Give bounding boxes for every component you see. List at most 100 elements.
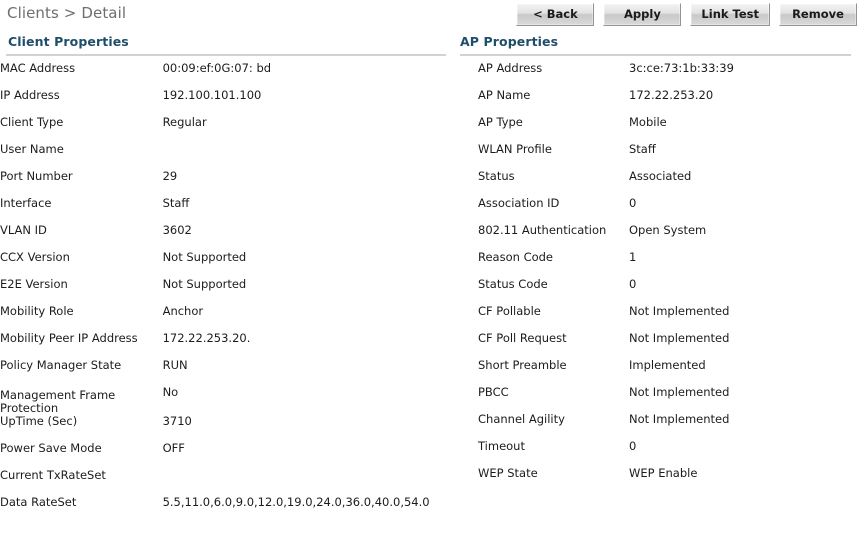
section-divider [460,54,851,56]
ap-properties-title: AP Properties [460,34,559,49]
property-row: User Name [0,143,452,170]
property-label: Mobility Peer IP Address [0,331,138,345]
property-row: Timeout 0 [452,440,859,467]
property-row: E2E Version Not Supported [0,278,452,305]
client-properties-rows: MAC Address 00:09:ef:0G:07: bd IP Address 1… [0,62,452,523]
property-row: AP Type Mobile [452,116,859,143]
property-value: WEP Enable [629,466,698,480]
property-row: Current TxRateSet [0,469,452,496]
property-label: Status Code [478,277,548,291]
property-value: Not Supported [162,250,247,264]
property-value: Open System [629,223,707,237]
property-label: Port Number [0,169,73,183]
property-label: WLAN Profile [478,142,552,156]
property-value: RUN [162,358,188,372]
property-label: Management Frame Protection [0,388,116,415]
property-value: Staff [162,196,190,210]
property-value: 0 [629,196,637,210]
back-button[interactable]: < Back [516,3,595,26]
apply-button[interactable]: Apply [603,3,682,26]
property-row: MAC Address 00:09:ef:0G:07: bd [0,62,452,89]
property-label: CF Pollable [478,304,541,318]
property-label: Power Save Mode [0,441,102,455]
property-row: Port Number 29 [0,170,452,197]
property-label: Short Preamble [478,358,567,372]
property-label: Policy Manager State [0,358,122,372]
link-test-button[interactable]: Link Test [690,3,770,26]
property-row: Data RateSet 5.5,11.0,6.0,9.0,12.0,19.0,2… [0,496,452,523]
property-row: CF Poll Request Not Implemented [452,332,859,359]
property-label: Current TxRateSet [0,468,106,482]
property-value: Not Supported [162,277,247,291]
breadcrumb: Clients > Detail [7,4,127,22]
property-value: Not Implemented [629,304,730,318]
property-row: AP Address 3c:ce:73:1b:33:39 [452,62,859,89]
property-label: AP Type [478,115,523,129]
client-properties-panel: Client Properties MAC Address 00:09:ef:0G… [0,34,452,523]
property-row: Client Type Regular [0,116,452,143]
property-value: 1 [629,250,637,264]
ap-properties-table: AP Address 3c:ce:73:1b:33:39 AP Name 172.22… [452,62,859,494]
property-row: Interface Staff [0,197,452,224]
property-value: Implemented [629,358,706,372]
property-row: UpTime (Sec) 3710 [0,415,452,442]
property-row: Reason Code 1 [452,251,859,278]
property-label: Association ID [478,196,560,210]
property-label: AP Name [478,88,531,102]
property-value: 5.5,11.0,6.0,9.0,12.0,19.0,24.0,36.0,40.… [162,495,430,509]
property-row: Channel Agility Not Implemented [452,413,859,440]
property-label: AP Address [478,61,543,75]
property-value [163,469,452,496]
property-row: CF Pollable Not Implemented [452,305,859,332]
property-row: Power Save Mode OFF [0,442,452,469]
property-value: Not Implemented [629,331,730,345]
property-row: Association ID 0 [452,197,859,224]
property-label: Status [478,169,515,183]
property-value: No [162,385,179,399]
property-label: CCX Version [0,250,70,264]
property-label: IP Address [0,88,60,102]
ap-properties-panel: AP Properties AP Address 3c:ce:73:1b:33:3… [452,34,859,494]
property-value: 29 [162,169,178,183]
property-label: CF Poll Request [478,331,567,345]
client-properties-table: MAC Address 00:09:ef:0G:07: bd IP Address 1… [0,62,452,523]
property-value: Not Implemented [629,385,730,399]
property-row: IP Address 192.100.101.100 [0,89,452,116]
property-label: Mobility Role [0,304,74,318]
property-value: 00:09:ef:0G:07: bd [162,61,272,75]
property-value: Associated [629,169,692,183]
section-divider [6,54,446,56]
ap-properties-rows: AP Address 3c:ce:73:1b:33:39 AP Name 172.22… [452,62,859,494]
property-value: 3c:ce:73:1b:33:39 [629,61,734,75]
property-label: 802.11 Authentication [478,223,607,237]
property-row: Management Frame Protection No [0,386,452,415]
property-row: PBCC Not Implemented [452,386,859,413]
property-label: MAC Address [0,61,76,75]
property-row: Policy Manager State RUN [0,359,452,386]
property-row: Status Code 0 [452,278,859,305]
property-value: 3602 [162,223,192,237]
property-row: WEP State WEP Enable [452,467,859,494]
property-label: WEP State [478,466,538,480]
property-row: Short Preamble Implemented [452,359,859,386]
property-label: Channel Agility [478,412,565,426]
remove-button[interactable]: Remove [779,3,857,26]
property-value: 3710 [162,414,192,428]
property-label: User Name [0,142,64,156]
property-row: Mobility Role Anchor [0,305,452,332]
property-value: Regular [162,115,207,129]
property-value: Not Implemented [629,412,730,426]
property-value: Anchor [162,304,204,318]
property-label: Client Type [0,115,64,129]
property-label: Interface [0,196,52,210]
client-properties-title: Client Properties [8,34,129,49]
property-label: Data RateSet [0,495,77,509]
property-row: 802.11 Authentication Open System [452,224,859,251]
property-label: E2E Version [0,277,68,291]
property-row: VLAN ID 3602 [0,224,452,251]
property-label: VLAN ID [0,223,47,237]
property-row: Mobility Peer IP Address 172.22.253.20. [0,332,452,359]
property-row: WLAN Profile Staff [452,143,859,170]
action-button-group: < Back Apply Link Test Remove [516,3,857,26]
property-row: Status Associated [452,170,859,197]
